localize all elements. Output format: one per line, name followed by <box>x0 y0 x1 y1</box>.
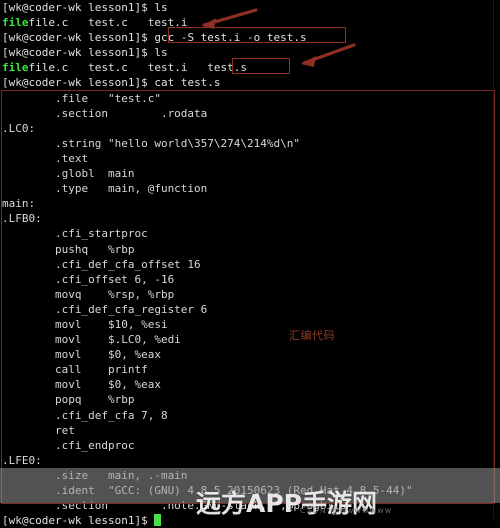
assembly-line: .text <box>2 151 89 165</box>
terminal-line-prompt: [wk@coder-wk lesson1]$ ls <box>0 45 500 60</box>
assembly-line: .LFB0: <box>2 212 42 226</box>
shell-prompt: [wk@coder-wk lesson1]$ <box>2 514 155 528</box>
terminal-line-prompt: [wk@coder-wk lesson1]$ ls <box>0 0 500 15</box>
assembly-line: .cfi_startproc <box>2 227 148 241</box>
terminal-line-prompt: [wk@coder-wk lesson1]$ cat test.s <box>0 75 500 90</box>
terminal-line-prompt: [wk@coder-wk lesson1]$ gcc -S test.i -o … <box>0 30 500 45</box>
shell-prompt: [wk@coder-wk lesson1]$ <box>2 1 155 14</box>
shell-prompt: [wk@coder-wk lesson1]$ <box>2 46 155 60</box>
assembly-line: movl $10, %esi <box>2 317 168 331</box>
annotation-label-assembly-code: 汇编代码 <box>289 329 335 342</box>
assembly-line: movl $0, %eax <box>2 378 161 392</box>
shell-command-gcc: gcc -S test.i -o test.s <box>154 31 307 45</box>
assembly-line: .cfi_def_cfa_register 6 <box>2 302 208 316</box>
shell-command: ls <box>154 46 168 60</box>
assembly-line: movl $0, %eax <box>2 348 161 362</box>
assembly-line: .LC0: <box>2 121 36 135</box>
assembly-line: .globl main <box>2 167 135 181</box>
assembly-line: .type main, @function <box>2 182 208 196</box>
assembly-line: pushq %rbp <box>2 242 135 256</box>
shell-prompt: [wk@coder-wk lesson1]$ <box>2 76 155 90</box>
assembly-line: movq %rsp, %rbp <box>2 287 175 301</box>
assembly-line: popq %rbp <box>2 393 135 407</box>
assembly-line: movl $.LC0, %edi <box>2 333 181 347</box>
assembly-line: .cfi_def_cfa 7, 8 <box>2 408 168 422</box>
assembly-output: .file "test.c" .section .rodata .LC0: .st… <box>0 91 500 514</box>
terminal-window[interactable]: [wk@coder-wk lesson1]$ ls filefile.c tes… <box>0 0 500 527</box>
assembly-line: ret <box>2 423 75 437</box>
terminal-cursor <box>154 514 162 527</box>
directory-entry-file: file <box>2 61 29 75</box>
terminal-line-ls-output: filefile.c test.c test.i <box>0 15 500 30</box>
assembly-line: .size main, .-main <box>2 468 188 482</box>
shell-command: ls <box>154 1 168 14</box>
assembly-line: .section .note.GNU-stack,"",@progbits <box>2 499 347 513</box>
assembly-line: call printf <box>2 363 148 377</box>
shell-command-cat: cat test.s <box>154 76 221 90</box>
assembly-line: .cfi_offset 6, -16 <box>2 272 175 286</box>
assembly-line: .cfi_def_cfa_offset 16 <box>2 257 201 271</box>
terminal-line-ls-output: filefile.c test.c test.i test.s <box>0 60 500 75</box>
assembly-line: main: <box>2 197 36 211</box>
file-entries: file.c test.c test.i test.s <box>28 61 248 75</box>
shell-prompt: [wk@coder-wk lesson1]$ <box>2 31 155 45</box>
assembly-line: .cfi_endproc <box>2 438 135 452</box>
terminal-history: [wk@coder-wk lesson1]$ ls filefile.c tes… <box>0 0 500 91</box>
assembly-line: .section .rodata <box>2 106 208 120</box>
assembly-line: .ident "GCC: (GNU) 4.8.5 20150623 (Red H… <box>2 484 413 497</box>
terminal-line-active-prompt[interactable]: [wk@coder-wk lesson1]$ <box>0 513 500 528</box>
directory-entry-file: file <box>2 16 29 30</box>
assembly-line: .LFE0: <box>2 453 42 467</box>
assembly-line: .file "test.c" <box>2 91 161 105</box>
assembly-line: .string "hello world\357\274\214%d\n" <box>2 136 301 150</box>
file-entries: file.c test.c test.i <box>28 16 188 30</box>
